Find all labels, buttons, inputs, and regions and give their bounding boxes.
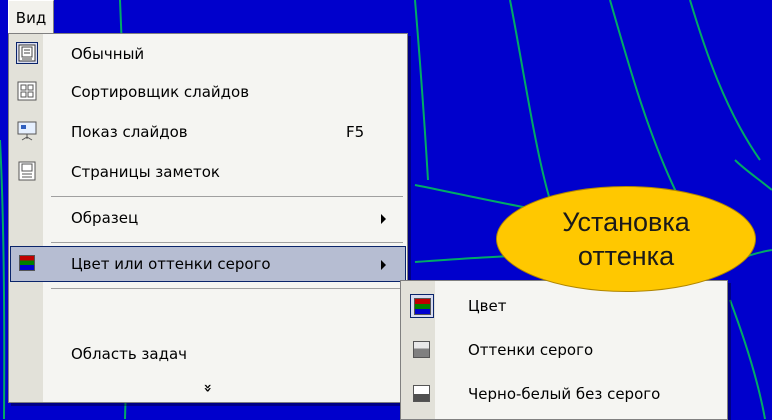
double-chevron-down-icon: »	[199, 383, 216, 393]
submenu-item-label: Оттенки серого	[468, 341, 594, 359]
menu-item-notes-page[interactable]: Страницы заметок	[10, 154, 406, 190]
grayscale-icon	[410, 338, 434, 362]
submenu-item-label: Цвет	[468, 297, 507, 315]
slide-sorter-icon	[16, 80, 38, 102]
menu-item-label: Образец	[71, 209, 139, 227]
gray-swatch-icon	[413, 341, 430, 358]
submenu-item-label: Черно-белый без серого	[468, 385, 661, 403]
grid-line	[0, 139, 6, 419]
submenu-item-color[interactable]: Цвет	[402, 285, 726, 327]
grid-line	[729, 299, 766, 419]
menu-item-label: Цвет или оттенки серого	[71, 255, 271, 273]
menu-item-slide-sorter[interactable]: Сортировщик слайдов	[10, 74, 406, 110]
black-white-icon	[410, 382, 434, 406]
color-swatch-icon	[414, 298, 431, 315]
menu-item-label: Сортировщик слайдов	[71, 83, 250, 101]
menu-item-master[interactable]: Образец	[10, 200, 406, 236]
submenu-item-black-white[interactable]: Черно-белый без серого	[402, 373, 726, 415]
grid-line	[414, 0, 429, 181]
menu-expand-button[interactable]: »	[10, 374, 406, 402]
menu-item-label: Обычный	[71, 45, 145, 63]
color-grayscale-icon	[16, 252, 38, 274]
menu-item-color-grayscale[interactable]: Цвет или оттенки серого	[10, 246, 406, 282]
menu-item-shortcut: F5	[346, 123, 365, 141]
submenu-arrow-icon	[381, 260, 386, 270]
menu-separator	[51, 196, 403, 197]
callout-bubble: Установка оттенка	[496, 186, 756, 292]
grid-line	[734, 159, 772, 191]
menu-item-normal[interactable]: Обычный	[10, 36, 406, 72]
menu-view-label: Вид	[15, 9, 47, 27]
grid-line	[689, 0, 761, 161]
menu-separator	[51, 242, 403, 243]
menu-item-label: Показ слайдов	[71, 123, 188, 141]
color-icon	[410, 294, 434, 318]
menu-item-slide-show[interactable]: Показ слайдов F5	[10, 114, 406, 150]
slide-show-icon	[16, 120, 38, 142]
menu-view-tab[interactable]: Вид	[8, 0, 54, 34]
submenu-item-grayscale[interactable]: Оттенки серого	[402, 329, 726, 371]
menu-item-task-pane[interactable]: Область задач	[10, 336, 406, 372]
view-dropdown-menu: Обычный Сортировщик слайдов Показ слайдо	[8, 33, 408, 403]
color-submenu: Цвет Оттенки серого Черно-белый без серо…	[400, 280, 728, 420]
callout-line-1: Установка	[562, 207, 690, 237]
menu-separator	[51, 288, 403, 289]
grid-line	[609, 0, 681, 201]
callout-line-2: оттенка	[577, 241, 675, 271]
submenu-arrow-icon	[381, 214, 386, 224]
menu-item-label: Область задач	[71, 345, 188, 363]
color-swatch-icon	[19, 255, 35, 271]
grid-line	[509, 0, 551, 201]
notes-page-icon	[16, 160, 38, 182]
menu-item-label: Страницы заметок	[71, 163, 220, 181]
normal-view-icon	[16, 42, 38, 64]
bw-swatch-icon	[413, 385, 430, 402]
